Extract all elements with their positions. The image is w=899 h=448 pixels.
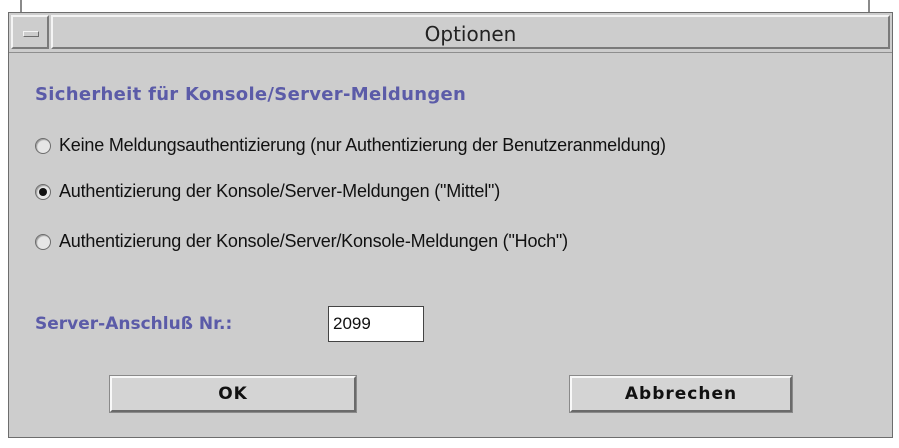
title-bar: Optionen xyxy=(9,13,892,53)
window-menu-button[interactable] xyxy=(11,15,49,49)
title-area[interactable]: Optionen xyxy=(51,15,890,49)
radio-button[interactable] xyxy=(35,184,51,200)
radio-button[interactable] xyxy=(35,234,51,250)
screen-bottom-edge xyxy=(0,438,899,448)
server-port-label: Server-Anschluß Nr.: xyxy=(35,314,233,334)
ok-button[interactable]: OK xyxy=(109,375,357,413)
radio-label[interactable]: Keine Meldungsauthentizierung (nur Authe… xyxy=(59,135,666,156)
window-menu-icon xyxy=(23,31,39,37)
radio-label[interactable]: Authentizierung der Konsole/Server-Meldu… xyxy=(59,181,500,202)
options-dialog: Optionen Sicherheit für Konsole/Server-M… xyxy=(8,12,893,438)
radio-label[interactable]: Authentizierung der Konsole/Server/Konso… xyxy=(59,231,568,252)
cancel-button[interactable]: Abbrechen xyxy=(569,375,793,413)
radio-button[interactable] xyxy=(35,138,51,154)
window-title: Optionen xyxy=(424,22,517,46)
screen-top-edge xyxy=(0,0,899,10)
server-port-input[interactable] xyxy=(328,306,424,342)
security-section-heading: Sicherheit für Konsole/Server-Meldungen xyxy=(35,84,467,105)
